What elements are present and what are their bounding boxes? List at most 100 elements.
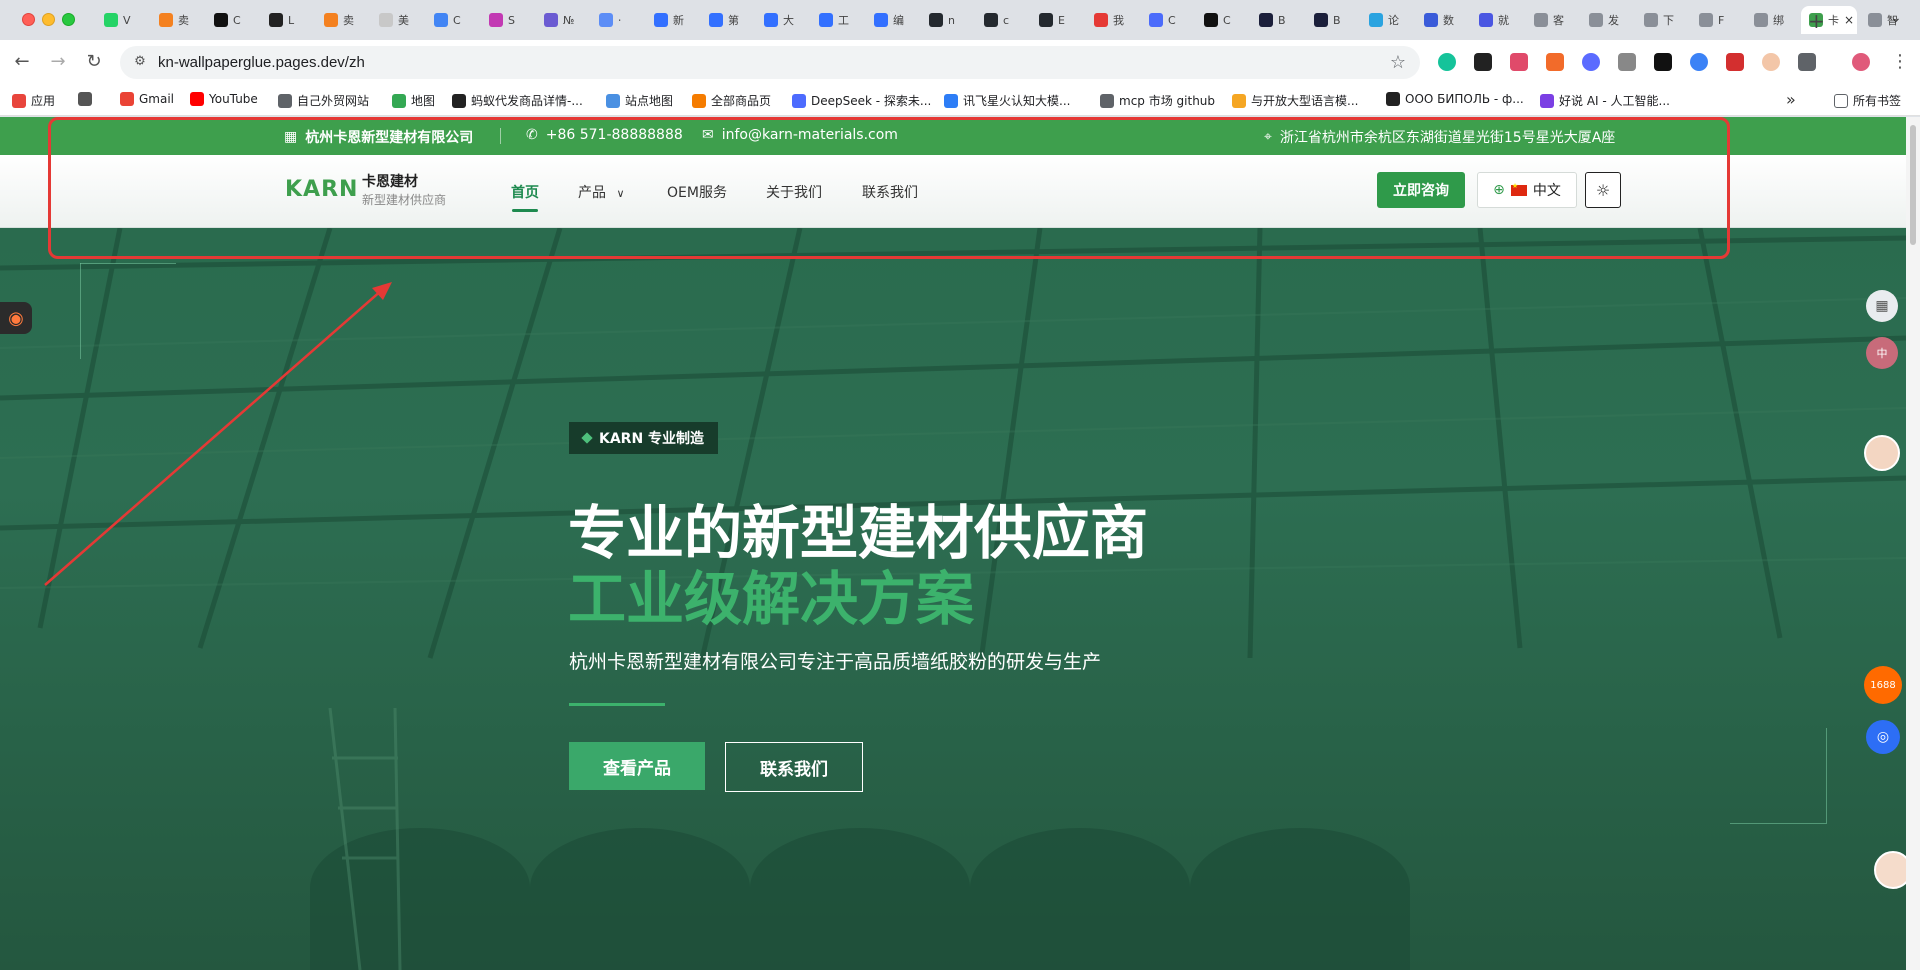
browser-tab[interactable]: E (1031, 6, 1083, 34)
bookmark-item[interactable]: 好说 AI - 人工智能... (1540, 92, 1670, 109)
bookmark-item[interactable] (78, 92, 97, 106)
blue-extension-icon[interactable] (1582, 53, 1600, 71)
browser-tab[interactable]: 数 (1416, 6, 1468, 34)
page-scrollbar[interactable] (1906, 117, 1920, 970)
browser-tab[interactable]: 卖 (316, 6, 368, 34)
reload-button[interactable]: ↻ (82, 50, 106, 74)
browser-tab[interactable]: 下 (1636, 6, 1688, 34)
tab-favicon-icon (544, 13, 558, 27)
bookmark-item[interactable]: YouTube (190, 92, 258, 106)
browser-tab[interactable]: C (1196, 6, 1248, 34)
browser-tab[interactable]: c (976, 6, 1028, 34)
screenshot-tool-icon[interactable]: ◉ (0, 302, 32, 334)
url-text[interactable]: kn-wallpaperglue.pages.dev/zh (158, 54, 365, 71)
browser-tab[interactable]: 新 (646, 6, 698, 34)
bookmark-item[interactable]: 站点地图 (606, 92, 673, 109)
browser-tab[interactable]: 绑 (1746, 6, 1798, 34)
browser-tab[interactable]: № (536, 6, 588, 34)
avatar-extension-icon[interactable] (1762, 53, 1780, 71)
pdf-extension-icon[interactable] (1726, 53, 1744, 71)
browser-tab[interactable]: 编 (866, 6, 918, 34)
browser-tab[interactable]: B (1306, 6, 1358, 34)
hero-subtitle: 工业级解决方案 (568, 565, 975, 633)
tab-favicon-icon (874, 13, 888, 27)
robot-extension-icon[interactable] (1618, 53, 1636, 71)
grammarly-extension-icon[interactable] (1438, 53, 1456, 71)
window-zoom-button[interactable] (62, 13, 75, 26)
tab-close-icon[interactable]: × (1844, 13, 1854, 27)
bookmark-item[interactable]: 自己外贸网站 (278, 92, 369, 109)
orange-extension-icon[interactable] (1546, 53, 1564, 71)
browser-tab[interactable]: 大 (756, 6, 808, 34)
black-extension-icon[interactable] (1654, 53, 1672, 71)
browser-tab[interactable]: 工 (811, 6, 863, 34)
layers-extension-icon[interactable] (1474, 53, 1492, 71)
profile-avatar[interactable] (1852, 53, 1870, 71)
browser-tab[interactable]: C (1141, 6, 1193, 34)
window-minimize-button[interactable] (42, 13, 55, 26)
bookmark-item[interactable]: 地图 (392, 92, 435, 109)
tab-search-chevron-icon[interactable]: ⌄ (1890, 10, 1902, 26)
browser-tab[interactable]: C (206, 6, 258, 34)
bookmark-item[interactable]: 与开放大型语言模... (1232, 92, 1358, 109)
tab-label: C (1168, 13, 1176, 27)
browser-tab[interactable]: V (96, 6, 148, 34)
circle-extension-icon[interactable] (1690, 53, 1708, 71)
assistant-avatar[interactable] (1864, 435, 1900, 471)
browser-tab[interactable]: 论 (1361, 6, 1413, 34)
browser-tab[interactable]: ⋅ (591, 6, 643, 34)
browser-tab[interactable]: 就 (1471, 6, 1523, 34)
extensions-puzzle-icon[interactable] (1798, 53, 1816, 71)
bookmark-star-icon[interactable]: ☆ (1390, 52, 1406, 73)
address-bar[interactable]: ⚙ kn-wallpaperglue.pages.dev/zh ☆ (120, 46, 1420, 79)
browser-tab[interactable]: B (1251, 6, 1303, 34)
bookmark-favicon-icon (1386, 92, 1400, 106)
browser-tab[interactable]: 卖 (151, 6, 203, 34)
bookmarks-overflow-icon[interactable]: » (1786, 90, 1796, 109)
site-info-icon[interactable]: ⚙ (132, 54, 148, 70)
tab-label: 第 (728, 14, 739, 27)
bookmark-label: YouTube (209, 92, 258, 106)
translate-extension-icon[interactable] (1510, 53, 1528, 71)
tab-label: 下 (1663, 14, 1674, 27)
browser-tab[interactable]: 发 (1581, 6, 1633, 34)
forward-button[interactable]: → (46, 50, 70, 74)
bookmark-item[interactable]: 应用 (12, 92, 55, 109)
window-close-button[interactable] (22, 13, 35, 26)
view-products-button[interactable]: 查看产品 (569, 742, 705, 790)
browser-menu-icon[interactable]: ⋮ (1888, 50, 1912, 74)
bookmark-item[interactable]: mcp 市场 github (1100, 92, 1215, 109)
translate-float-icon[interactable]: 中 (1866, 337, 1898, 369)
bookmark-favicon-icon (1100, 93, 1114, 108)
agent-avatar[interactable] (1874, 851, 1906, 889)
browser-tab[interactable]: 美 (371, 6, 423, 34)
bookmark-item[interactable]: DeepSeek - 探索未... (792, 92, 931, 109)
browser-tab[interactable]: 智 (1860, 6, 1912, 34)
bookmark-item[interactable]: 蚂蚁代发商品详情-... (452, 92, 583, 109)
qr-code-icon[interactable]: ▦ (1866, 290, 1898, 322)
back-button[interactable]: ← (10, 50, 34, 74)
browser-tab[interactable]: 客 (1526, 6, 1578, 34)
all-bookmarks-button[interactable]: 所有书签 (1834, 92, 1901, 109)
browser-tab[interactable]: n (921, 6, 973, 34)
contact-us-button[interactable]: 联系我们 (725, 742, 863, 792)
chat-float-icon[interactable]: ◎ (1866, 720, 1900, 754)
tab-label: 大 (783, 14, 794, 27)
bookmark-item[interactable]: 讯飞星火认知大模... (944, 92, 1070, 109)
browser-tab[interactable]: 第 (701, 6, 753, 34)
new-tab-button[interactable]: + (1808, 9, 1825, 33)
bookmark-item[interactable]: 全部商品页 (692, 92, 771, 109)
scrollbar-thumb[interactable] (1910, 125, 1916, 245)
browser-tab[interactable]: C (426, 6, 478, 34)
1688-icon[interactable]: 1688 (1864, 666, 1902, 704)
browser-tab[interactable]: 我 (1086, 6, 1138, 34)
browser-tab[interactable]: F (1691, 6, 1743, 34)
browser-tab[interactable]: L (261, 6, 313, 34)
tab-favicon-icon (709, 13, 723, 27)
browser-tab[interactable]: S (481, 6, 533, 34)
bookmark-item[interactable]: Gmail (120, 92, 174, 106)
bookmark-favicon-icon (12, 93, 26, 108)
tab-favicon-icon (269, 13, 283, 27)
tab-label: 新 (673, 14, 684, 27)
bookmark-item[interactable]: ООО БИПОЛЬ - ф... (1386, 92, 1524, 106)
